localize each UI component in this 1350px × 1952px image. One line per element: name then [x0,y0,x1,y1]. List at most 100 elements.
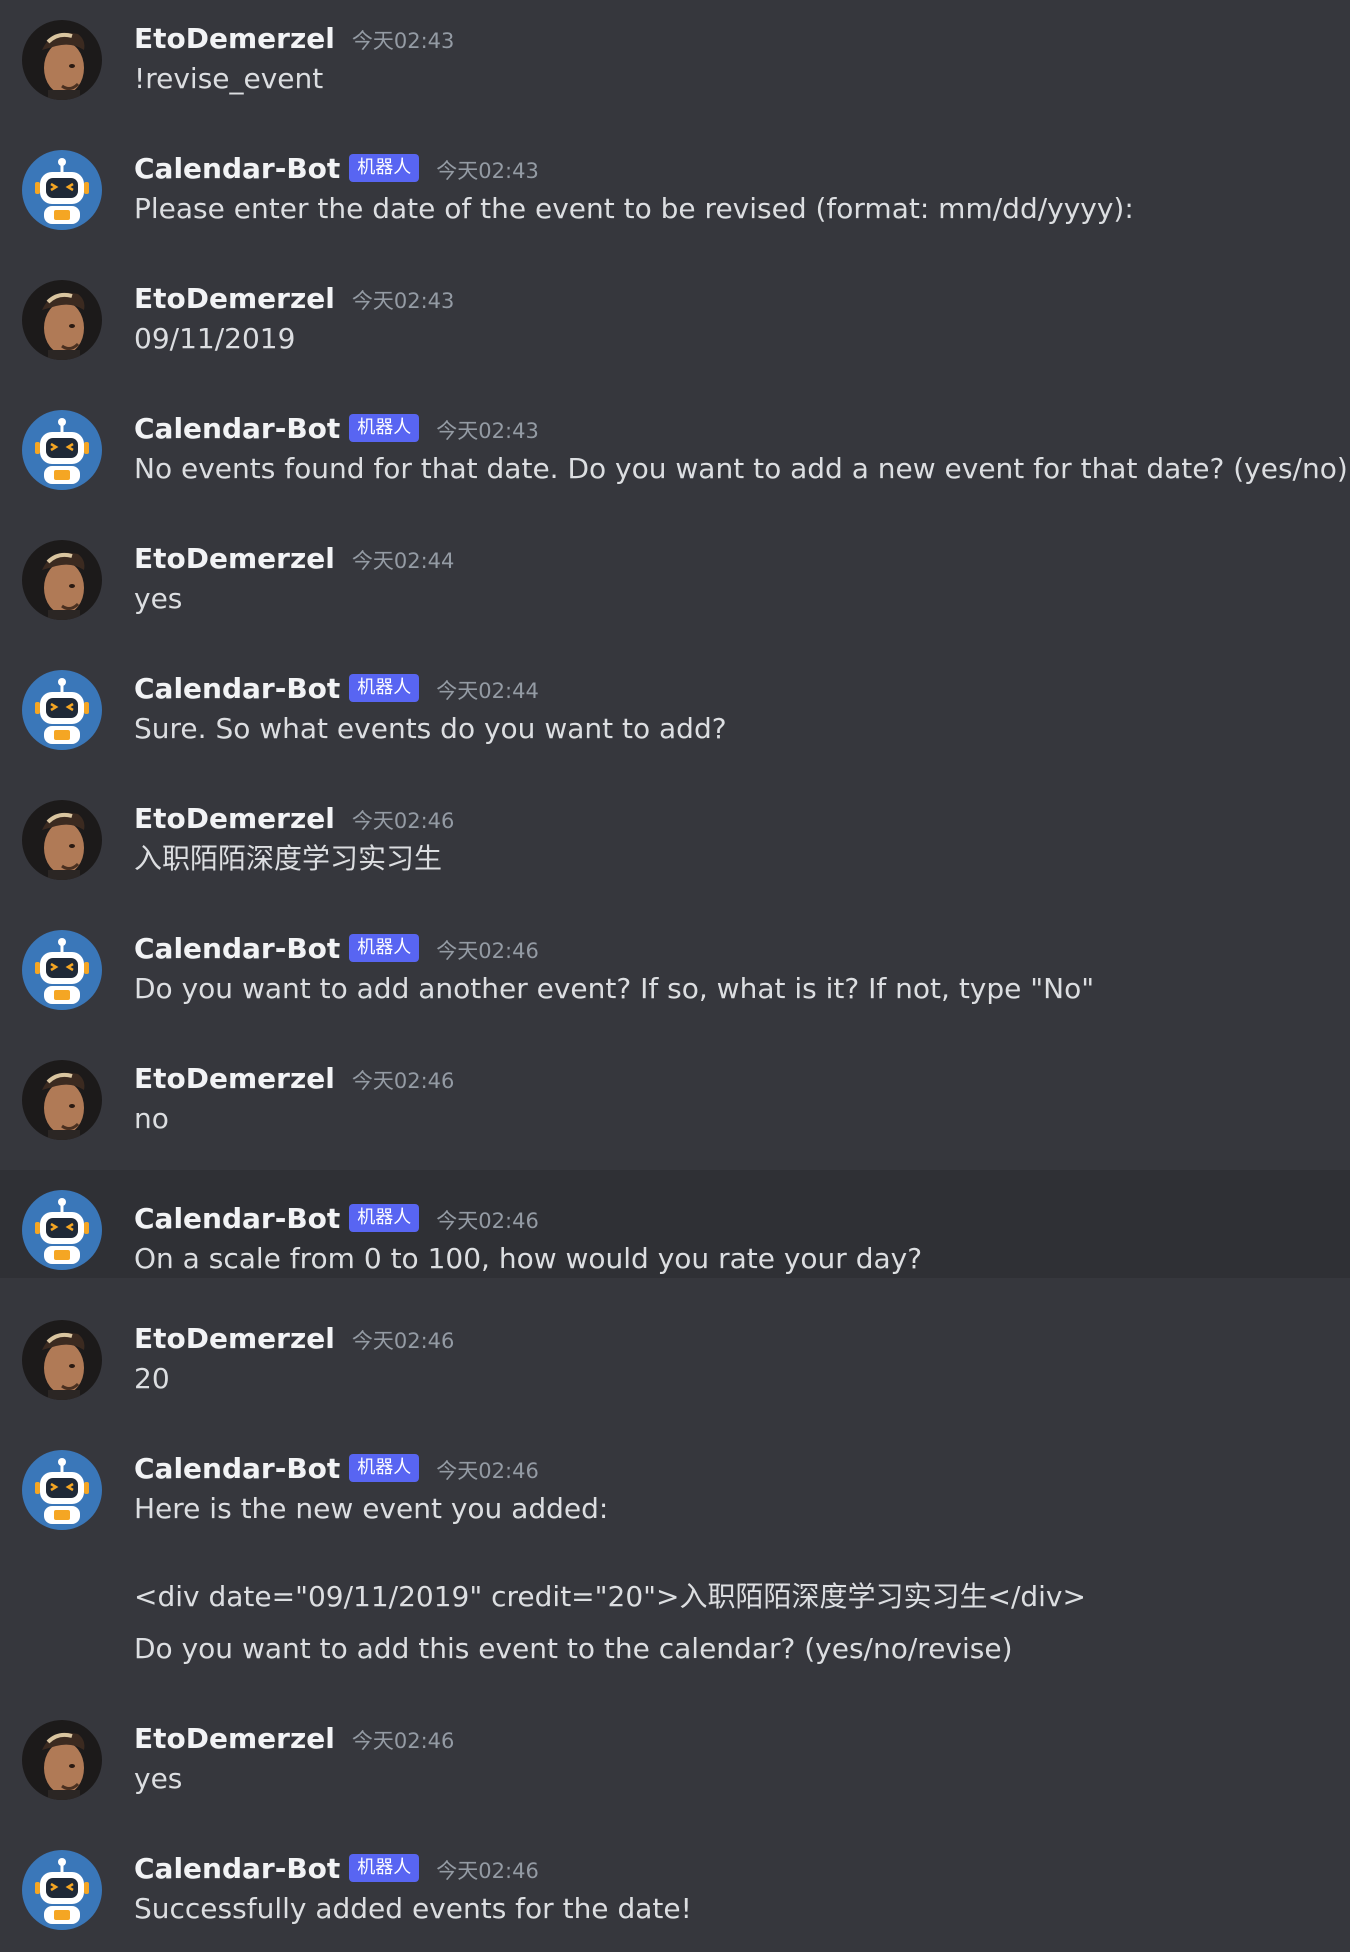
chat-message: Calendar-Bot 机器人 今天02:43 No events found… [0,390,1350,490]
timestamp[interactable]: 今天02:43 [352,281,455,315]
chat-message: EtoDemerzel 今天02:46 入职陌陌深度学习实习生 [0,780,1350,880]
message-text: No events found for that date. Do you wa… [134,452,1348,485]
username[interactable]: Calendar-Bot [134,1202,340,1235]
username[interactable]: EtoDemerzel [134,1322,335,1355]
message-header: EtoDemerzel 今天02:46 [134,1320,1350,1356]
bot-avatar[interactable] [22,670,102,750]
message-content: Please enter the date of the event to be… [134,191,1350,227]
timestamp[interactable]: 今天02:43 [436,411,539,445]
message-content: !revise_event [134,61,1350,97]
message-header: Calendar-Bot 机器人 今天02:46 [134,1850,1350,1886]
message-header: EtoDemerzel 今天02:46 [134,800,1350,836]
message-content: 20 [134,1361,1350,1397]
message-header: Calendar-Bot 机器人 今天02:46 [134,930,1350,966]
bot-tag: 机器人 [349,674,420,702]
message-header: Calendar-Bot 机器人 今天02:46 [134,1450,1350,1486]
message-text: !revise_event [134,62,324,95]
message-list: EtoDemerzel 今天02:43 !revise_event Calend… [0,0,1350,1952]
username[interactable]: EtoDemerzel [134,282,335,315]
username[interactable]: Calendar-Bot [134,672,340,705]
chat-message: EtoDemerzel 今天02:46 yes [0,1700,1350,1800]
timestamp[interactable]: 今天02:43 [352,21,455,55]
timestamp[interactable]: 今天02:46 [352,1061,455,1095]
message-content: 09/11/2019 [134,321,1350,357]
chat-message: EtoDemerzel 今天02:46 20 [0,1300,1350,1400]
bot-tag: 机器人 [349,154,420,182]
username[interactable]: EtoDemerzel [134,1722,335,1755]
message-header: EtoDemerzel 今天02:43 [134,280,1350,316]
timestamp[interactable]: 今天02:44 [436,671,539,705]
bot-tag: 机器人 [349,1854,420,1882]
timestamp[interactable]: 今天02:46 [352,1321,455,1355]
message-text: Do you want to add this event to the cal… [134,1632,1013,1665]
message-text: yes [134,582,183,615]
chat-message: Calendar-Bot 机器人 今天02:43 Please enter th… [0,130,1350,230]
chat-message: EtoDemerzel 今天02:44 yes [0,520,1350,620]
bot-avatar[interactable] [22,150,102,230]
user-avatar[interactable] [22,1060,102,1140]
bot-avatar[interactable] [22,410,102,490]
message-header: EtoDemerzel 今天02:46 [134,1720,1350,1756]
timestamp[interactable]: 今天02:46 [352,1721,455,1755]
bot-avatar[interactable] [22,1450,102,1530]
timestamp[interactable]: 今天02:46 [436,1451,539,1485]
timestamp[interactable]: 今天02:46 [352,801,455,835]
message-content: No events found for that date. Do you wa… [134,451,1350,487]
user-avatar[interactable] [22,20,102,100]
chat-message: EtoDemerzel 今天02:43 !revise_event [0,0,1350,100]
username[interactable]: Calendar-Bot [134,932,340,965]
message-text: Successfully added events for the date! [134,1892,692,1925]
bot-tag: 机器人 [349,1454,420,1482]
timestamp[interactable]: 今天02:43 [436,151,539,185]
user-avatar[interactable] [22,280,102,360]
bot-tag: 机器人 [349,414,420,442]
message-content: yes [134,1761,1350,1797]
message-text: 09/11/2019 [134,322,296,355]
username[interactable]: EtoDemerzel [134,542,335,575]
message-content: Do you want to add another event? If so,… [134,971,1350,1007]
username[interactable]: EtoDemerzel [134,22,335,55]
message-header: Calendar-Bot 机器人 今天02:43 [134,410,1350,446]
message-text: yes [134,1762,183,1795]
username[interactable]: Calendar-Bot [134,1452,340,1485]
timestamp[interactable]: 今天02:44 [352,541,455,575]
message-text: Please enter the date of the event to be… [134,192,1134,225]
message-text: On a scale from 0 to 100, how would you … [134,1242,923,1275]
timestamp[interactable]: 今天02:46 [436,931,539,965]
chat-message: Calendar-Bot 机器人 今天02:46 Do you want to … [0,910,1350,1010]
timestamp[interactable]: 今天02:46 [436,1201,539,1235]
message-content: yes [134,581,1350,617]
timestamp[interactable]: 今天02:46 [436,1851,539,1885]
user-avatar[interactable] [22,1320,102,1400]
username[interactable]: EtoDemerzel [134,1062,335,1095]
message-text: 入职陌陌深度学习实习生 [134,842,443,875]
message-header: Calendar-Bot 机器人 今天02:46 [134,1200,1350,1236]
username[interactable]: Calendar-Bot [134,152,340,185]
bot-avatar[interactable] [22,930,102,1010]
chat-message: Calendar-Bot 机器人 今天02:46 Successfully ad… [0,1830,1350,1930]
bot-tag: 机器人 [349,934,420,962]
message-text: Do you want to add another event? If so,… [134,972,1095,1005]
chat-message-hovered: Calendar-Bot 机器人 今天02:46 On a scale from… [0,1170,1350,1278]
message-text: 20 [134,1362,170,1395]
message-text: Here is the new event you added: [134,1492,609,1525]
bot-avatar[interactable] [22,1190,102,1270]
message-text: no [134,1102,169,1135]
message-header: EtoDemerzel 今天02:43 [134,20,1350,56]
message-header: Calendar-Bot 机器人 今天02:44 [134,670,1350,706]
bot-avatar[interactable] [22,1850,102,1930]
message-header: EtoDemerzel 今天02:46 [134,1060,1350,1096]
chat-message: Calendar-Bot 机器人 今天02:44 Sure. So what e… [0,650,1350,750]
message-text: Sure. So what events do you want to add? [134,712,727,745]
message-content: Here is the new event you added: <div da… [134,1491,1350,1667]
user-avatar[interactable] [22,800,102,880]
message-content: Successfully added events for the date! [134,1891,1350,1927]
user-avatar[interactable] [22,540,102,620]
username[interactable]: EtoDemerzel [134,802,335,835]
user-avatar[interactable] [22,1720,102,1800]
message-content: Sure. So what events do you want to add? [134,711,1350,747]
chat-message: EtoDemerzel 今天02:43 09/11/2019 [0,260,1350,360]
username[interactable]: Calendar-Bot [134,1852,340,1885]
chat-message: Calendar-Bot 机器人 今天02:46 Here is the new… [0,1430,1350,1667]
username[interactable]: Calendar-Bot [134,412,340,445]
